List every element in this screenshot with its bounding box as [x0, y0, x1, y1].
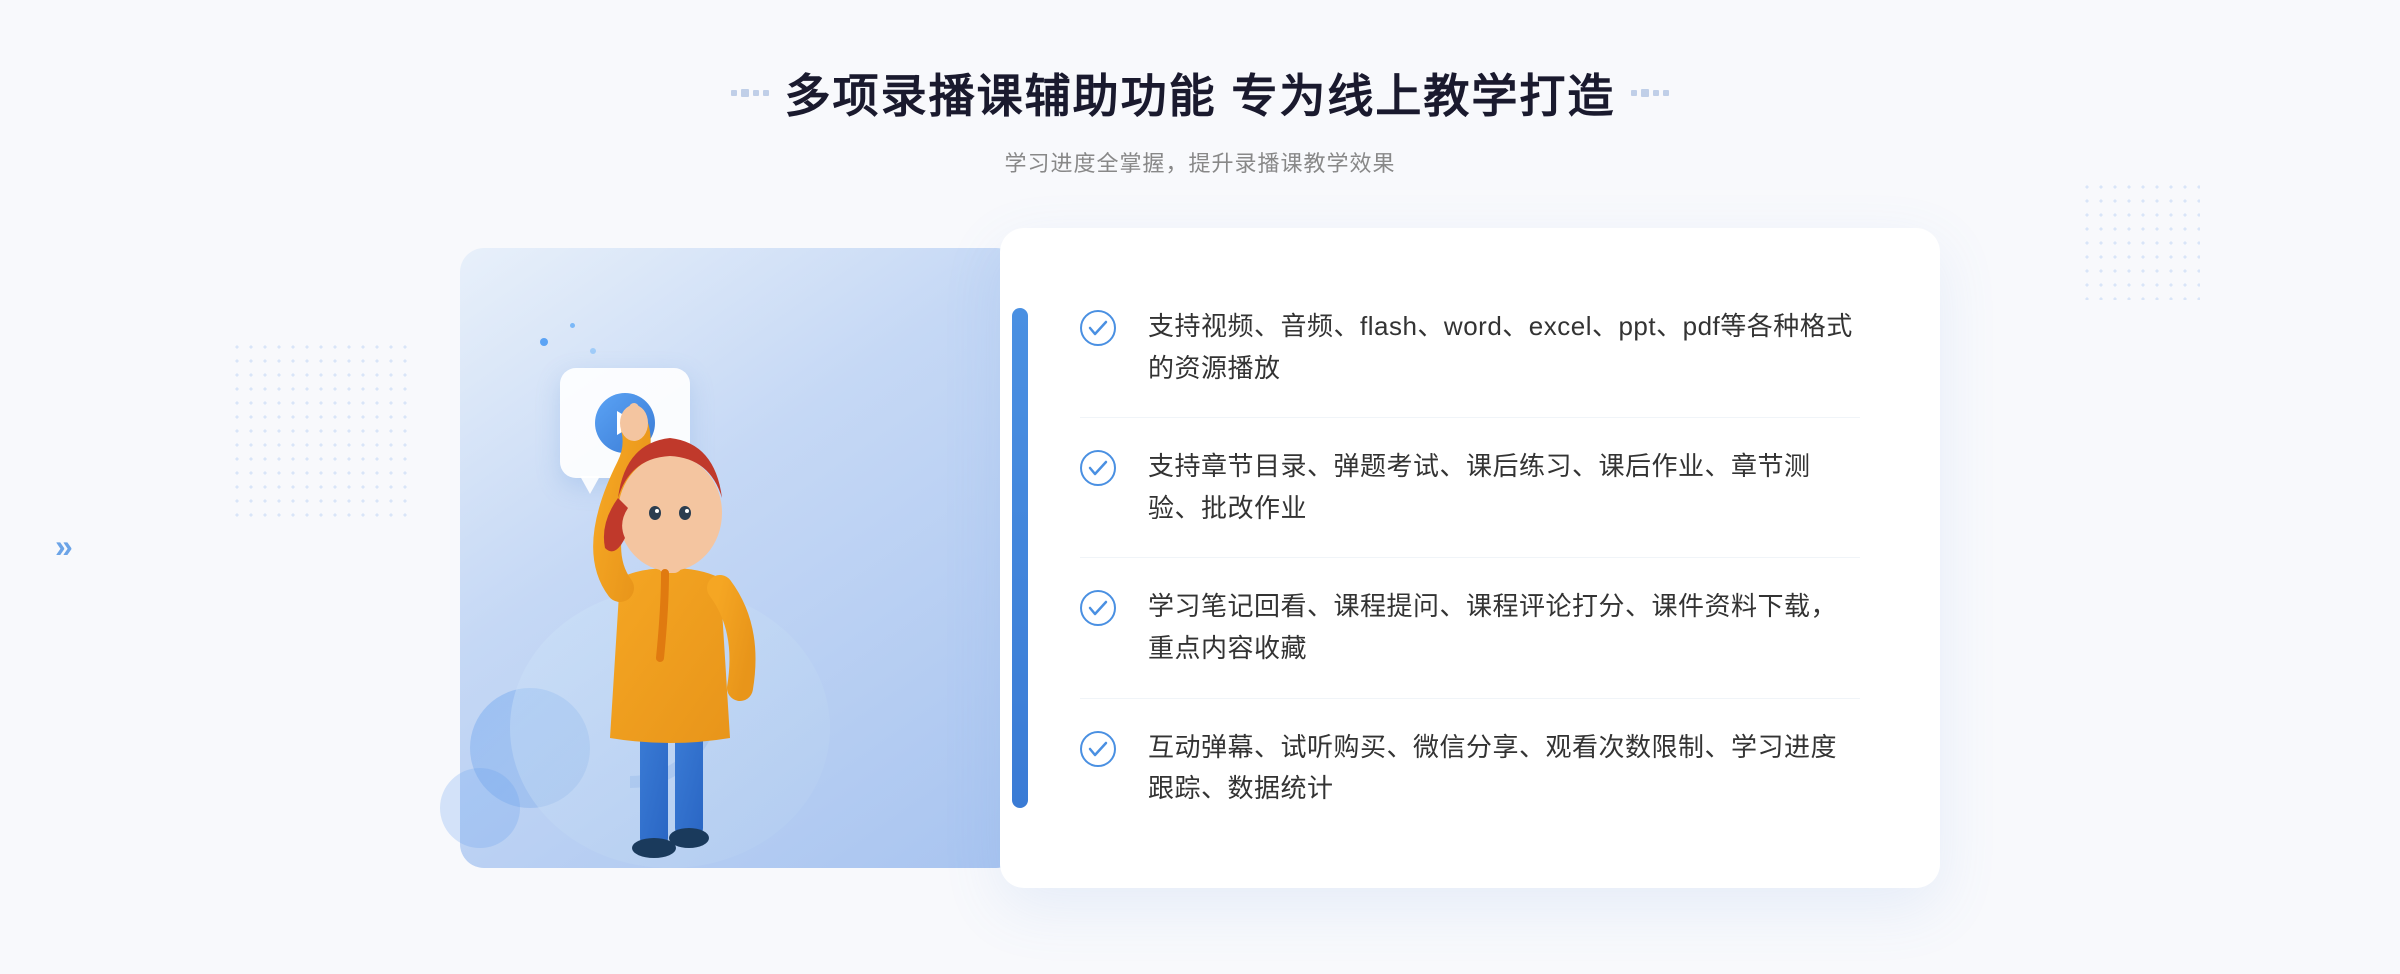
feature-text-4: 互动弹幕、试听购买、微信分享、观看次数限制、学习进度跟踪、数据统计 — [1148, 727, 1860, 810]
header-section: 多项录播课辅助功能 专为线上教学打造 学习进度全掌握，提升录播课教学效果 — [731, 60, 1670, 178]
check-icon-3 — [1080, 590, 1116, 626]
person-illustration — [510, 348, 830, 868]
dots-decoration-left — [230, 340, 410, 520]
check-icon-2 — [1080, 450, 1116, 486]
feature-item-2: 支持章节目录、弹题考试、课后练习、课后作业、章节测验、批改作业 — [1080, 418, 1860, 558]
chevron-icon: » — [55, 528, 73, 564]
title-decorator-left — [731, 89, 769, 97]
dots-decoration-right — [2080, 180, 2200, 300]
feature-text-1: 支持视频、音频、flash、word、excel、ppt、pdf等各种格式的资源… — [1148, 306, 1860, 389]
sparkle-1 — [540, 338, 548, 346]
page-container: 多项录播课辅助功能 专为线上教学打造 学习进度全掌握，提升录播课教学效果 — [0, 0, 2400, 974]
title-row: 多项录播课辅助功能 专为线上教学打造 — [731, 60, 1670, 126]
page-subtitle: 学习进度全掌握，提升录播课教学效果 — [731, 146, 1670, 178]
feature-text-3: 学习笔记回看、课程提问、课程评论打分、课件资料下载，重点内容收藏 — [1148, 586, 1860, 669]
feature-text-2: 支持章节目录、弹题考试、课后练习、课后作业、章节测验、批改作业 — [1148, 446, 1860, 529]
sparkle-2 — [570, 323, 575, 328]
main-content: 支持视频、音频、flash、word、excel、ppt、pdf等各种格式的资源… — [400, 228, 2000, 888]
deco-circle-2 — [440, 768, 520, 848]
feature-item-1: 支持视频、音频、flash、word、excel、ppt、pdf等各种格式的资源… — [1080, 278, 1860, 418]
feature-item-4: 互动弹幕、试听购买、微信分享、观看次数限制、学习进度跟踪、数据统计 — [1080, 699, 1860, 838]
left-chevron-decoration: » — [55, 530, 73, 562]
check-icon-1 — [1080, 310, 1116, 346]
features-card: 支持视频、音频、flash、word、excel、ppt、pdf等各种格式的资源… — [1000, 228, 1940, 888]
illustration-card — [460, 248, 1020, 868]
check-icon-4 — [1080, 731, 1116, 767]
blue-bar-decoration — [1012, 308, 1028, 808]
page-title: 多项录播课辅助功能 专为线上教学打造 — [785, 60, 1616, 126]
title-decorator-right — [1631, 89, 1669, 97]
feature-item-3: 学习笔记回看、课程提问、课程评论打分、课件资料下载，重点内容收藏 — [1080, 558, 1860, 698]
